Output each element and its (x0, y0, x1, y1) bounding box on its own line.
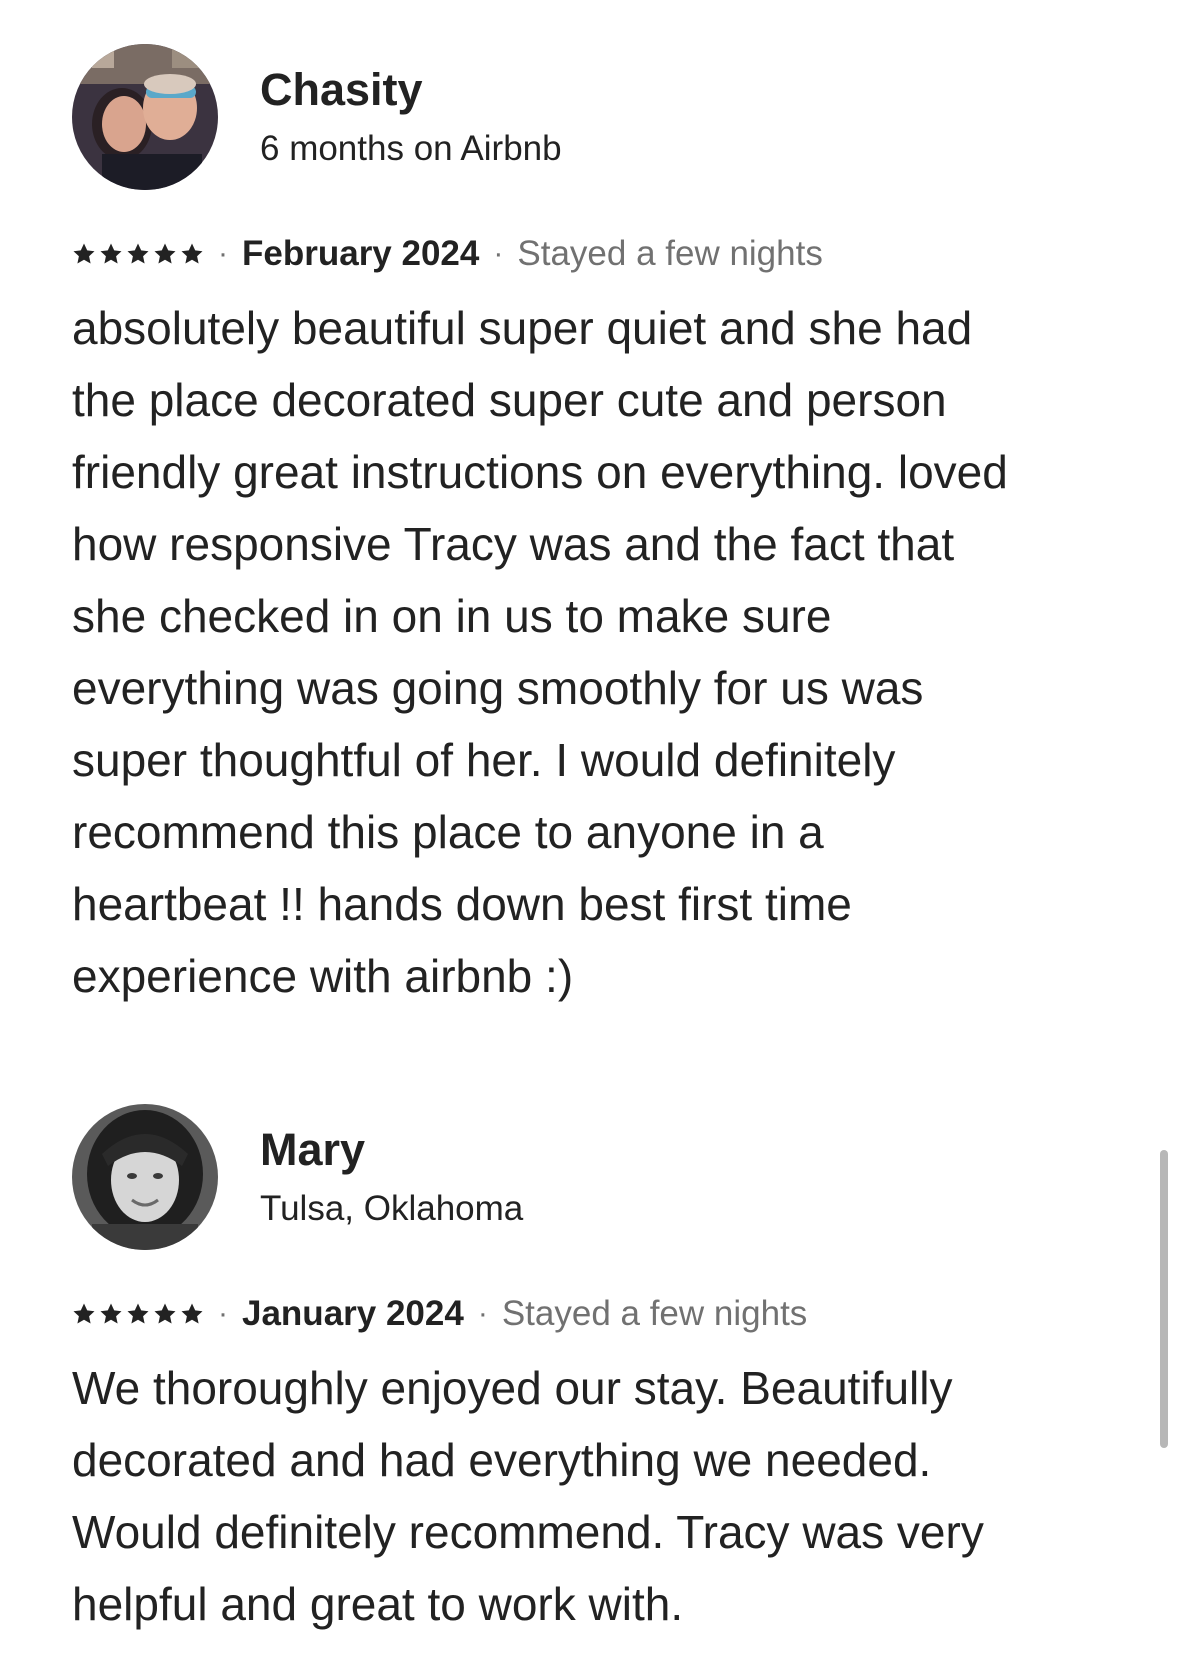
separator-dot: · (493, 237, 504, 270)
star-icon (181, 1303, 203, 1324)
stay-length: Stayed a few nights (517, 234, 823, 273)
reviewer-name[interactable]: Chasity (260, 63, 562, 117)
star-rating (72, 1302, 204, 1326)
review-date: February 2024 (242, 234, 480, 273)
avatar[interactable] (72, 1104, 218, 1250)
star-icon (181, 243, 203, 264)
reviewer-header: Mary Tulsa, Oklahoma (72, 1104, 1112, 1250)
reviewer-name[interactable]: Mary (260, 1123, 523, 1177)
star-icon (154, 1303, 176, 1324)
star-icon (127, 1303, 149, 1324)
separator-dot: · (218, 237, 228, 270)
review-text: absolutely beautiful super quiet and she… (72, 302, 1008, 1002)
star-icon (73, 243, 95, 264)
review-meta: · February 2024 · Stayed a few nights (72, 230, 1112, 278)
stay-length: Stayed a few nights (501, 1294, 808, 1333)
review-card: Mary Tulsa, Oklahoma · January 2024 · St… (72, 1104, 1112, 1640)
reviewer-info: Mary Tulsa, Oklahoma (260, 1123, 523, 1231)
review-card: Chasity 6 months on Airbnb · February 20… (72, 44, 1112, 1012)
review-meta: · January 2024 · Stayed a few nights (72, 1290, 1112, 1338)
scrollbar[interactable] (1160, 1150, 1168, 1448)
star-icon (154, 243, 176, 264)
avatar[interactable] (72, 44, 218, 190)
separator-dot: · (218, 1297, 228, 1330)
star-rating (72, 242, 204, 266)
separator-dot: · (477, 1297, 488, 1330)
star-icon (73, 1303, 95, 1324)
star-icon (127, 243, 149, 264)
reviewer-header: Chasity 6 months on Airbnb (72, 44, 1112, 190)
reviewer-info: Chasity 6 months on Airbnb (260, 63, 562, 171)
star-icon (100, 1303, 122, 1324)
reviewer-subtitle: Tulsa, Oklahoma (260, 1189, 524, 1228)
star-icon (100, 243, 122, 264)
reviewer-subtitle: 6 months on Airbnb (260, 129, 562, 168)
avatar-photo (72, 1104, 218, 1250)
review-date: January 2024 (242, 1294, 464, 1333)
avatar-photo (72, 44, 218, 190)
review-text: We thoroughly enjoyed our stay. Beautifu… (72, 1362, 984, 1630)
